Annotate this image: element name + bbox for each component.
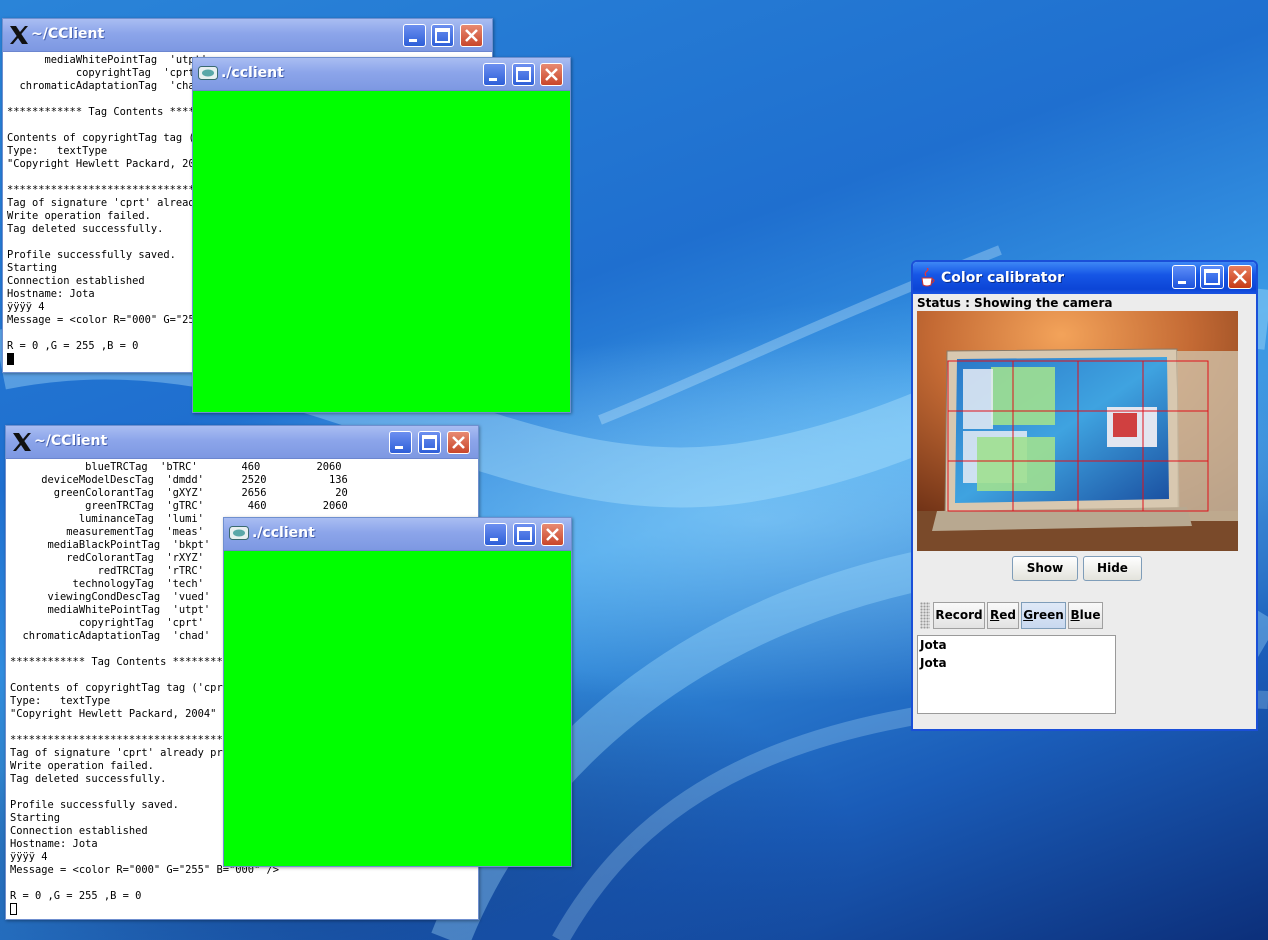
camera-image — [917, 311, 1238, 551]
terminal-line: deviceModelDescTag 'dmdd' 2520 136 — [10, 474, 348, 486]
terminal-line: blueTRCTag 'bTRC' 460 2060 — [10, 461, 342, 473]
hide-button[interactable]: Hide — [1083, 556, 1142, 581]
list-item[interactable]: Jota — [918, 636, 1115, 654]
cclient-window-top[interactable]: ./cclient — [192, 57, 571, 413]
close-button[interactable] — [447, 431, 470, 454]
window-title: ./cclient — [221, 65, 284, 81]
maximize-icon — [422, 435, 437, 450]
green-label: Green — [1023, 608, 1064, 622]
close-button[interactable] — [541, 523, 564, 546]
minimize-icon — [489, 78, 497, 81]
record-label: Record — [935, 608, 983, 622]
text-cursor — [7, 353, 14, 365]
cclient-bottom-titlebar[interactable]: ./cclient — [224, 518, 571, 551]
java-coffee-icon — [921, 268, 935, 287]
window-title: ~/CClient — [34, 433, 108, 449]
terminal-line: greenTRCTag 'gTRC' 460 2060 — [10, 500, 348, 512]
minimize-button[interactable] — [483, 63, 506, 86]
record-button[interactable]: Record — [933, 602, 985, 629]
close-button[interactable] — [1228, 265, 1252, 289]
maximize-button[interactable] — [431, 24, 454, 47]
window-title: Color calibrator — [941, 270, 1065, 286]
green-color-canvas — [224, 551, 571, 866]
terminal-line: R = 0 ,G = 255 ,B = 0 — [10, 890, 142, 902]
maximize-button[interactable] — [513, 523, 536, 546]
terminal-top-titlebar[interactable]: ~/CClient — [3, 19, 492, 52]
camera-preview — [917, 311, 1238, 551]
app-icon — [229, 526, 249, 540]
toolbar-grip-handle[interactable] — [920, 602, 930, 629]
app-icon — [198, 66, 218, 80]
maximize-icon — [435, 28, 450, 43]
cclient-window-bottom[interactable]: ./cclient — [223, 517, 572, 867]
red-label: Red — [990, 608, 1016, 622]
close-button[interactable] — [460, 24, 483, 47]
maximize-icon — [517, 527, 532, 542]
maximize-button[interactable] — [418, 431, 441, 454]
close-icon — [452, 436, 465, 449]
maximize-icon — [516, 67, 531, 82]
color-calibrator-titlebar[interactable]: Color calibrator — [913, 262, 1256, 294]
minimize-button[interactable] — [1172, 265, 1196, 289]
terminal-bottom-titlebar[interactable]: ~/CClient — [6, 426, 478, 459]
minimize-button[interactable] — [403, 24, 426, 47]
close-button[interactable] — [540, 63, 563, 86]
minimize-icon — [490, 538, 498, 541]
window-title: ./cclient — [252, 525, 315, 541]
minimize-icon — [409, 39, 417, 42]
minimize-button[interactable] — [484, 523, 507, 546]
green-color-canvas — [193, 91, 570, 412]
cclient-top-titlebar[interactable]: ./cclient — [193, 58, 570, 91]
show-button[interactable]: Show — [1012, 556, 1078, 581]
text-cursor — [10, 903, 17, 915]
maximize-icon — [1204, 269, 1220, 285]
x-window-system-icon — [13, 433, 31, 451]
maximize-button[interactable] — [1200, 265, 1224, 289]
list-item[interactable]: Jota — [918, 654, 1115, 672]
x-window-system-icon — [10, 26, 28, 44]
blue-button[interactable]: Blue — [1068, 602, 1103, 629]
red-button[interactable]: Red — [987, 602, 1019, 629]
minimize-button[interactable] — [389, 431, 412, 454]
minimize-icon — [1178, 281, 1186, 284]
close-icon — [546, 528, 559, 541]
minimize-icon — [395, 446, 403, 449]
close-icon — [465, 29, 478, 42]
close-icon — [1233, 270, 1247, 284]
close-icon — [545, 68, 558, 81]
green-button[interactable]: Green — [1021, 602, 1066, 629]
status-label: Status : Showing the camera — [917, 296, 1113, 310]
blue-label: Blue — [1070, 608, 1101, 622]
window-title: ~/CClient — [31, 26, 105, 42]
color-calibrator-window[interactable]: Color calibrator Status : Showing the ca… — [911, 260, 1258, 731]
terminal-line: greenColorantTag 'gXYZ' 2656 20 — [10, 487, 348, 499]
maximize-button[interactable] — [512, 63, 535, 86]
client-list[interactable]: Jota Jota — [917, 635, 1116, 714]
